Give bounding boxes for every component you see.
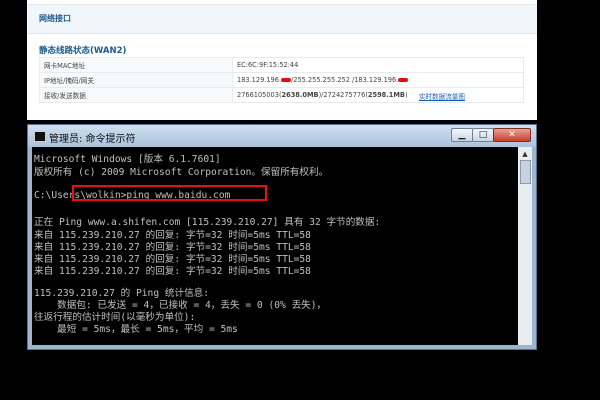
console-output[interactable]: Microsoft Windows [版本 6.1.7601] 版权所有 (c)… <box>32 147 518 345</box>
redaction-mark <box>398 78 409 82</box>
wan2-status-table: 网卡MAC地址 EC:6C:9F:15:52:44 IP地址/掩码/网关 183… <box>39 57 524 103</box>
title-bar[interactable]: 管理员: 命令提示符 ▁ □ ✕ <box>28 125 536 147</box>
console-line: 正在 Ping www.a.shifen.com [115.239.210.27… <box>34 217 381 228</box>
mac-label: 网卡MAC地址 <box>39 57 233 73</box>
traffic-close-paren: ) <box>404 91 408 99</box>
wan2-status-title: 静态线路状态(WAN2) <box>39 46 127 56</box>
console-line: 版权所有 (c) 2009 Microsoft Corporation。保留所有… <box>34 167 329 178</box>
close-button[interactable]: ✕ <box>493 128 531 142</box>
minimize-button[interactable]: ▁ <box>451 128 473 142</box>
console-line: 最短 = 5ms，最长 = 5ms，平均 = 5ms <box>34 324 238 335</box>
router-status-panel: 网络接口 静态线路状态(WAN2) 网卡MAC地址 EC:6C:9F:15:52… <box>27 0 537 120</box>
traffic-tx-bytes: )/2724275776( <box>318 91 368 99</box>
traffic-rx-mb: 2638.0MB <box>281 91 319 99</box>
console-line: 来自 115.239.210.27 的回复: 字节=32 时间=5ms TTL=… <box>34 266 311 277</box>
maximize-button[interactable]: □ <box>472 128 494 142</box>
console-line: Microsoft Windows [版本 6.1.7601] <box>34 154 221 165</box>
cmd-window: 管理员: 命令提示符 ▁ □ ✕ Microsoft Windows [版本 6… <box>27 124 537 350</box>
vertical-scrollbar[interactable]: ▲ <box>518 147 532 345</box>
traffic-value: 2766105003(2638.0MB)/2724275776(2598.1MB… <box>232 87 524 103</box>
traffic-rx-bytes: 2766105003( <box>237 91 282 99</box>
traffic-label: 接收/发送数据 <box>39 87 233 103</box>
ip-value: 183.129.196. /255.255.255.252 /183.129.19… <box>232 72 524 88</box>
mac-value: EC:6C:9F:15:52:44 <box>232 57 524 73</box>
table-row: 网卡MAC地址 EC:6C:9F:15:52:44 <box>39 57 524 73</box>
ip-value-b: /255.255.255.252 /183.129.196. <box>291 76 399 84</box>
scrollbar-thumb[interactable] <box>520 160 531 184</box>
table-row: IP地址/掩码/网关 183.129.196. /255.255.255.252 … <box>39 72 524 88</box>
window-title: 管理员: 命令提示符 <box>49 134 136 145</box>
cmd-icon <box>34 131 46 142</box>
table-row: 接收/发送数据 2766105003(2638.0MB)/2724275776(… <box>39 87 524 103</box>
ip-label: IP地址/掩码/网关 <box>39 72 233 88</box>
traffic-tx-mb: 2598.1MB <box>367 91 405 99</box>
network-interface-title: 网络接口 <box>39 14 71 23</box>
realtime-traffic-link[interactable]: 实时数据流量图 <box>419 91 465 101</box>
ip-value-a: 183.129.196. <box>237 76 282 84</box>
scroll-up-icon[interactable]: ▲ <box>520 149 530 159</box>
network-interface-header: 网络接口 <box>27 4 537 34</box>
command-highlight-box <box>72 185 267 201</box>
redaction-mark <box>281 78 292 82</box>
